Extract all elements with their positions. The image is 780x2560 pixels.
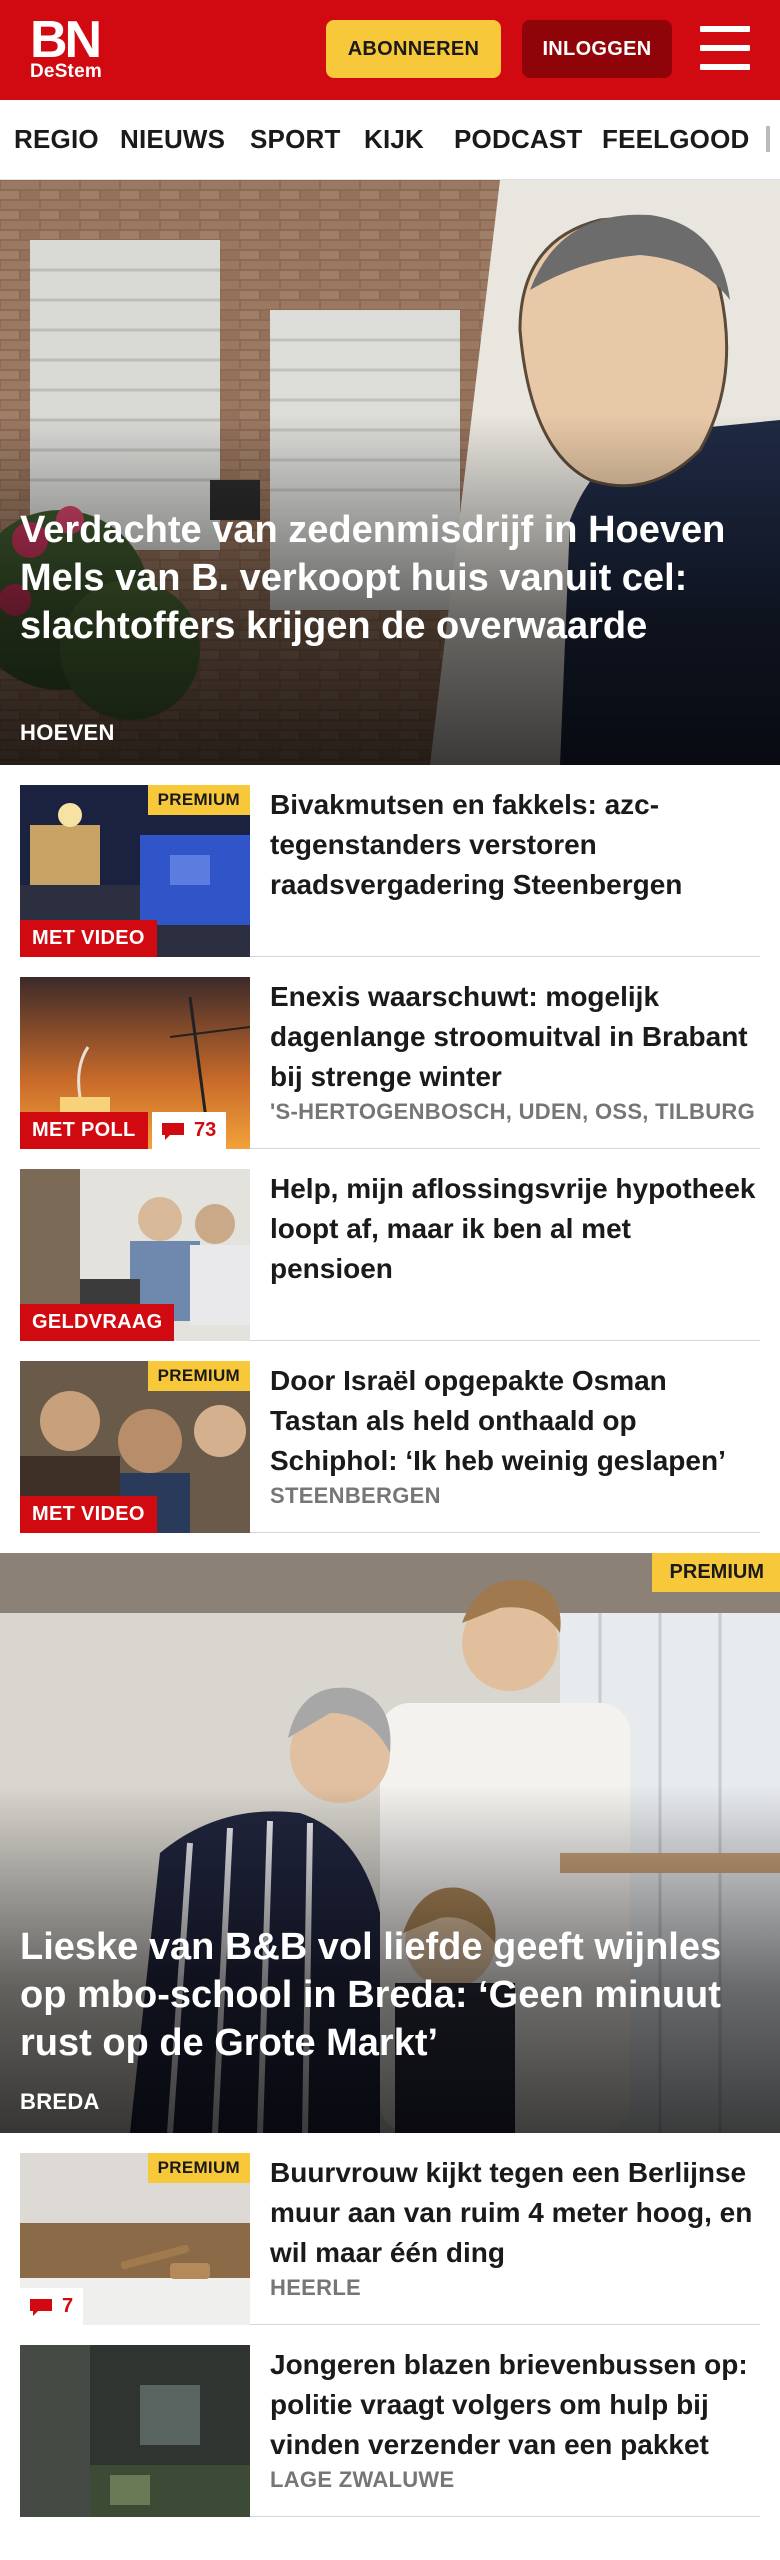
list-item[interactable]: PREMIUM MET VIDEO Door Israël opgepakte … (20, 1341, 760, 1533)
subscribe-button[interactable]: ABONNEREN (326, 20, 501, 78)
article-thumbnail[interactable]: PREMIUM MET VIDEO (20, 1361, 250, 1533)
hero-location-2: BREDA (20, 2089, 100, 2114)
hero-article-2[interactable]: PREMIUM Lieske van B&B vol liefde geeft … (0, 1553, 780, 2133)
article-title[interactable]: Bivakmutsen en fakkels: azc-tegenstander… (270, 785, 760, 905)
thumbnail-image (20, 2345, 250, 2517)
comment-icon (162, 1122, 184, 1140)
list-item[interactable]: MET POLL 73 Enexis waarschuwt: mogelijk … (20, 957, 760, 1149)
article-thumbnail[interactable]: PREMIUM 7 (20, 2153, 250, 2325)
comment-count: 73 (194, 1119, 217, 1141)
video-badge: MET VIDEO (20, 920, 157, 957)
video-badge: MET VIDEO (20, 1496, 157, 1533)
list-item[interactable]: Jongeren blazen brievenbussen op: politi… (20, 2325, 760, 2517)
article-title[interactable]: Enexis waarschuwt: mogelijk dagenlange s… (270, 977, 760, 1097)
menu-icon[interactable] (700, 24, 750, 74)
nav-item-kijk[interactable]: KIJK (364, 124, 424, 155)
premium-badge: PREMIUM (147, 2153, 250, 2183)
login-button[interactable]: INLOGGEN (522, 20, 672, 78)
premium-badge: PREMIUM (147, 1361, 250, 1391)
article-thumbnail[interactable] (20, 2345, 250, 2517)
nav-item-podcast[interactable]: PODCAST (454, 124, 583, 155)
comment-icon (30, 2298, 52, 2316)
article-title[interactable]: Door Israël opgepakte Osman Tastan als h… (270, 1361, 760, 1481)
article-thumbnail[interactable]: GELDVRAAG (20, 1169, 250, 1341)
article-location: LAGE ZWALUWE (270, 2467, 455, 2492)
premium-badge: PREMIUM (651, 1553, 780, 1592)
top-bar: BN DeStem ABONNEREN INLOGGEN (0, 0, 780, 100)
hero-location-1: HOEVEN (20, 720, 115, 745)
article-thumbnail[interactable]: MET POLL 73 (20, 977, 250, 1149)
hero-title-1[interactable]: Verdachte van zedenmisdrijf in Hoeven Me… (20, 506, 750, 650)
article-location: 'S-HERTOGENBOSCH, UDEN, OSS, TILBURG (270, 1099, 755, 1124)
comments-badge[interactable]: 7 (20, 2288, 84, 2325)
category-badge: GELDVRAAG (20, 1304, 175, 1341)
premium-badge: PREMIUM (147, 785, 250, 815)
list-item[interactable]: GELDVRAAG Help, mijn aflossingsvrije hyp… (20, 1149, 760, 1341)
list-item[interactable]: PREMIUM MET VIDEO Bivakmutsen en fakkels… (20, 765, 760, 957)
section-nav: REGIO NIEUWS SPORT KIJK PODCAST FEELGOOD (0, 100, 780, 180)
nav-item-nieuws[interactable]: NIEUWS (120, 124, 225, 155)
site-logo[interactable]: BN DeStem (30, 14, 102, 81)
logo-sub: DeStem (30, 61, 102, 82)
hero-article-1[interactable]: Verdachte van zedenmisdrijf in Hoeven Me… (0, 180, 780, 765)
nav-item-sport[interactable]: SPORT (250, 124, 341, 155)
nav-item-feelgood[interactable]: FEELGOOD (602, 124, 750, 155)
poll-badge: MET POLL (20, 1112, 148, 1149)
article-thumbnail[interactable]: PREMIUM MET VIDEO (20, 785, 250, 957)
nav-overflow-indicator (766, 126, 770, 152)
article-title[interactable]: Buurvrouw kijkt tegen een Berlijnse muur… (270, 2153, 760, 2273)
list-item[interactable]: PREMIUM 7 Buurvrouw kijkt tegen een Berl… (20, 2133, 760, 2325)
logo-main: BN (30, 11, 102, 69)
comments-badge[interactable]: 73 (152, 1112, 227, 1149)
nav-item-regio[interactable]: REGIO (14, 124, 99, 155)
article-location: HEERLE (270, 2275, 362, 2300)
article-location: STEENBERGEN (270, 1483, 441, 1508)
article-title[interactable]: Jongeren blazen brievenbussen op: politi… (270, 2345, 760, 2465)
article-title[interactable]: Help, mijn aflossingsvrije hypotheek loo… (270, 1169, 760, 1289)
comment-count: 7 (62, 2295, 74, 2317)
hero-title-2[interactable]: Lieske van B&B vol liefde geeft wijnles … (20, 1923, 750, 2067)
